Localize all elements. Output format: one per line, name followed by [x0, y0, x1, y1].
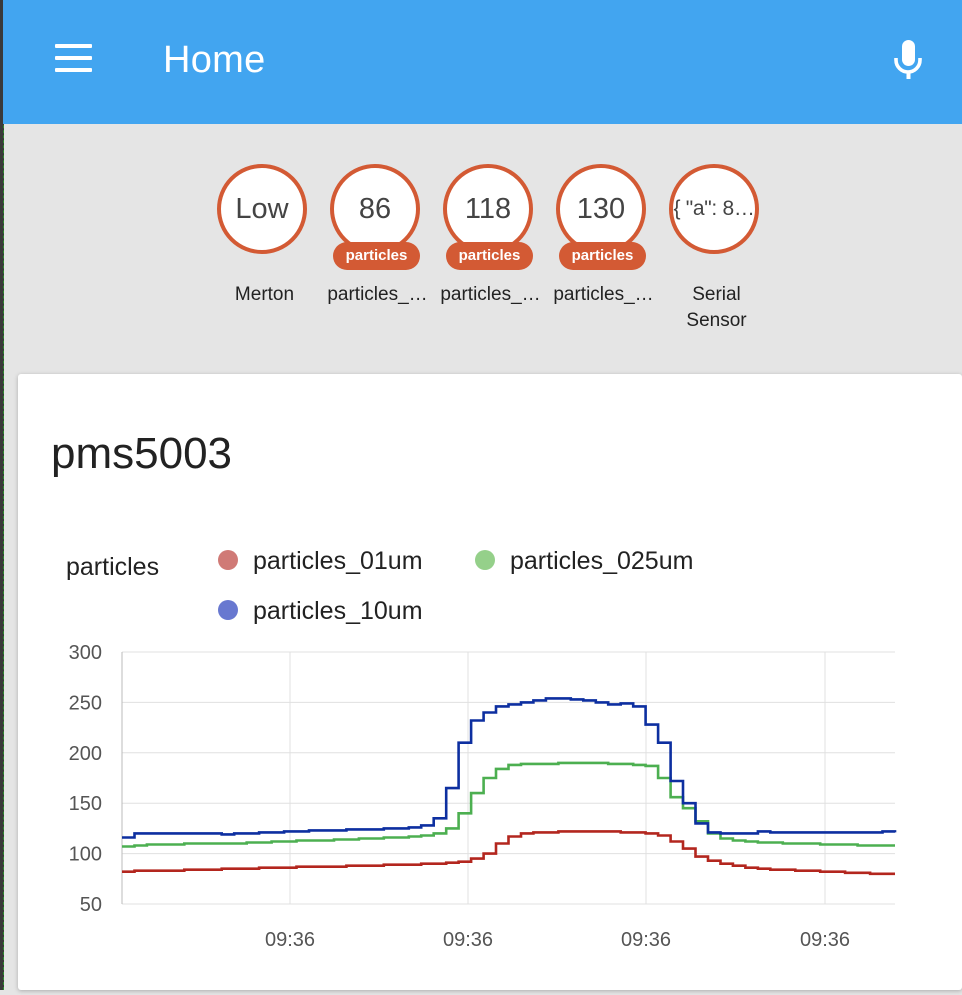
badge-label: particles_… [327, 284, 428, 305]
legend-swatch [218, 550, 238, 570]
badge-circle: Low [217, 164, 307, 254]
badge-circle: 86 [330, 164, 420, 254]
badge-row: Low Merton 86 particles particles_… 118 … [0, 0, 962, 370]
badge-value: 118 [464, 192, 512, 225]
y-tick-label: 50 [80, 894, 102, 916]
badge-circle: { "a": 8… [669, 164, 759, 254]
badge-circle: 118 [443, 164, 533, 254]
y-tick-label: 150 [69, 793, 102, 815]
legend-label: particles_10um [253, 597, 423, 625]
y-tick-label: 100 [69, 844, 102, 866]
y-axis-label: particles [66, 553, 159, 581]
badge-value: Low [235, 192, 289, 225]
legend-swatch [475, 550, 495, 570]
badge-circle: 130 [556, 164, 646, 254]
badge-label: particles_… [553, 284, 654, 305]
badge-label: particles_… [440, 284, 541, 305]
chart-svg[interactable]: particles particles_01um particles_025umpa… [18, 374, 962, 990]
x-tick-label: 09:36 [621, 929, 671, 951]
badge-unit: particles [446, 242, 533, 270]
chart[interactable]: particles particles_01um particles_025umpa… [18, 374, 962, 990]
y-tick-label: 300 [69, 642, 102, 664]
badge-value: { "a": 8… [673, 197, 755, 220]
badge-unit: particles [559, 242, 646, 270]
badge-label: Serial Sensor [686, 284, 747, 331]
x-tick-label: 09:36 [800, 929, 850, 951]
x-tick-label: 09:36 [265, 929, 315, 951]
y-tick-label: 250 [69, 692, 102, 714]
x-tick-label: 09:36 [443, 929, 493, 951]
legend-label: particles_01um [253, 547, 423, 575]
badge-unit: particles [333, 242, 420, 270]
y-tick-label: 200 [69, 743, 102, 765]
badge-value: 130 [576, 192, 626, 225]
series-line-particles_01um [122, 830, 895, 876]
legend-swatch [218, 600, 238, 620]
history-graph-card[interactable]: pms5003 particles particles_01um particles… [18, 374, 962, 990]
badge-value: 86 [358, 192, 392, 225]
badge-label: Merton [234, 284, 295, 305]
legend-label: particles_025um [510, 547, 693, 575]
